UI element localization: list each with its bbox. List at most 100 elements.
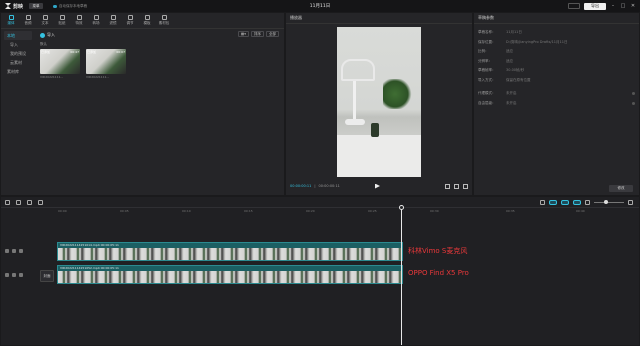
side-item-local[interactable]: 本地	[4, 31, 32, 40]
ruler-tick: 00:40	[576, 209, 585, 213]
tool-audio[interactable]: 音频	[21, 13, 35, 28]
playhead-handle[interactable]	[399, 205, 404, 210]
side-item-cloud[interactable]: 云素材	[4, 58, 32, 67]
duration-label: 00:07	[116, 50, 125, 54]
edit-button[interactable]: 修改	[609, 185, 633, 192]
side-item-import[interactable]: 导入	[4, 40, 32, 49]
cloud-icon	[53, 4, 58, 8]
microphone-icon[interactable]	[540, 199, 545, 205]
menu-button[interactable]: 菜单	[29, 3, 44, 9]
lock-icon[interactable]	[5, 249, 9, 253]
prop-label: 草稿帧率：	[478, 68, 496, 73]
zoom-out-icon[interactable]	[585, 199, 590, 205]
editor-app: 剪映 菜单 自动保存本地草稿 11月11日 导出 – □ ✕ 媒体 音频 文本 …	[0, 0, 640, 346]
video-frame	[337, 27, 421, 177]
crop-icon[interactable]	[445, 183, 450, 189]
current-time: 00:00:00:11	[290, 184, 312, 188]
time-separator: |	[314, 184, 316, 188]
speaker-icon[interactable]	[19, 273, 23, 277]
lamp-stand	[353, 81, 356, 121]
prop-value: 未开启	[506, 100, 517, 105]
video-preview[interactable]	[337, 27, 421, 177]
video-clip[interactable]: VID20221114151052.mp4 00:00:05:11	[57, 265, 403, 284]
app-logo: 剪映	[5, 3, 23, 10]
tool-transition[interactable]: 转场	[89, 13, 103, 28]
time-ruler[interactable]: 00:00 00:05 00:10 00:15 00:20 00:25 00:3…	[56, 208, 636, 214]
prop-label: 比例：	[478, 49, 489, 54]
ruler-tick: 00:25	[368, 209, 377, 213]
tool-sticker[interactable]: 贴纸	[55, 13, 69, 28]
player-controls: 00:00:00:11 | 00:00:00:11	[286, 181, 472, 191]
link-toggle[interactable]	[549, 199, 557, 205]
snap-toggle[interactable]	[561, 199, 569, 205]
minimize-icon[interactable]: –	[610, 3, 616, 9]
tool-filter[interactable]: 滤镜	[106, 13, 120, 28]
undo-icon[interactable]	[16, 199, 21, 205]
cover-button[interactable]: 封面	[40, 270, 54, 282]
playhead[interactable]	[399, 205, 404, 345]
prop-value: 30.00帧/秒	[506, 68, 525, 73]
tool-effects[interactable]: 特效	[72, 13, 86, 28]
prop-label: 代理模式：	[478, 91, 496, 96]
tool-adjust[interactable]: 调节	[123, 13, 137, 28]
zoom-slider[interactable]	[594, 200, 624, 204]
track-header	[5, 249, 23, 253]
ruler-tick: 00:10	[182, 209, 191, 213]
ruler-tick: 00:20	[306, 209, 315, 213]
properties-list: 草稿名称： 11月11日 保存位置： D:/剪映/JianyingPro Draft…	[474, 24, 639, 112]
autosave-text: 自动保存本地草稿	[59, 3, 88, 8]
tool-asset-pack[interactable]: 素材包	[157, 13, 171, 28]
eye-icon[interactable]	[12, 249, 16, 253]
fullscreen-icon[interactable]	[463, 183, 468, 189]
select-icon[interactable]	[5, 199, 10, 205]
maximize-icon[interactable]: □	[620, 3, 626, 9]
tool-media[interactable]: 媒体	[4, 13, 18, 28]
side-item-presets[interactable]: 我的预设	[4, 49, 32, 58]
plant	[383, 79, 413, 109]
sort-button[interactable]: 排序	[251, 31, 264, 37]
tool-label: 特效	[75, 21, 83, 25]
prop-value: D:/剪映/JianyingPro Drafts/11月11日	[506, 39, 568, 44]
info-icon[interactable]	[632, 101, 635, 105]
tool-label: 贴纸	[58, 21, 66, 25]
export-button[interactable]: 导出	[584, 2, 606, 10]
prop-row-framerate: 草稿帧率： 30.00帧/秒	[478, 66, 635, 76]
tool-label: 调节	[126, 21, 134, 25]
side-item-library[interactable]: 素材库	[4, 67, 32, 76]
redo-icon[interactable]	[27, 199, 32, 205]
prop-row-location: 保存位置： D:/剪映/JianyingPro Drafts/11月11日	[478, 38, 635, 48]
info-icon[interactable]	[632, 92, 635, 96]
shortcut-button[interactable]	[568, 3, 580, 9]
zoom-in-icon[interactable]	[628, 199, 633, 205]
eye-icon[interactable]	[12, 273, 16, 277]
filter-icon	[110, 15, 116, 20]
track-caption: 科林Vimo S麦克风	[408, 247, 468, 255]
section-label: 默认	[40, 42, 47, 46]
play-icon[interactable]	[375, 183, 380, 189]
duration-label: 00:47	[70, 50, 79, 54]
media-item[interactable]: 已添加 00:07 VID20221111...	[86, 49, 126, 79]
lock-icon[interactable]	[5, 273, 9, 277]
template-icon	[144, 15, 150, 20]
zoom-knob[interactable]	[604, 200, 608, 204]
split-icon[interactable]	[38, 199, 43, 205]
tool-template[interactable]: 模板	[140, 13, 154, 28]
media-item[interactable]: 已添加 00:47 VID20221111...	[40, 49, 80, 79]
close-icon[interactable]: ✕	[630, 3, 636, 9]
table-surface	[337, 135, 421, 177]
video-clip[interactable]: VID20221114151014.mp4 00:00:05:11	[57, 242, 403, 261]
filter-all-button[interactable]: 全部	[266, 31, 279, 37]
tool-text[interactable]: 文本	[38, 13, 52, 28]
media-thumbnail: 已添加 00:07	[86, 49, 126, 74]
media-thumbnail: 已添加 00:47	[40, 49, 80, 74]
grid-view-button[interactable]: ▦▾	[237, 31, 249, 37]
speaker-icon[interactable]	[19, 249, 23, 253]
timeline-panel: 00:00 00:05 00:10 00:15 00:20 00:25 00:3…	[1, 197, 639, 345]
ruler-tick: 00:05	[120, 209, 129, 213]
tool-label: 音频	[24, 21, 32, 25]
preview-axis-toggle[interactable]	[573, 199, 581, 205]
capcut-logo-icon	[5, 3, 11, 9]
text-icon	[42, 15, 48, 20]
ratio-icon[interactable]	[454, 183, 459, 189]
prop-value: 保留在原有位置	[506, 77, 531, 82]
